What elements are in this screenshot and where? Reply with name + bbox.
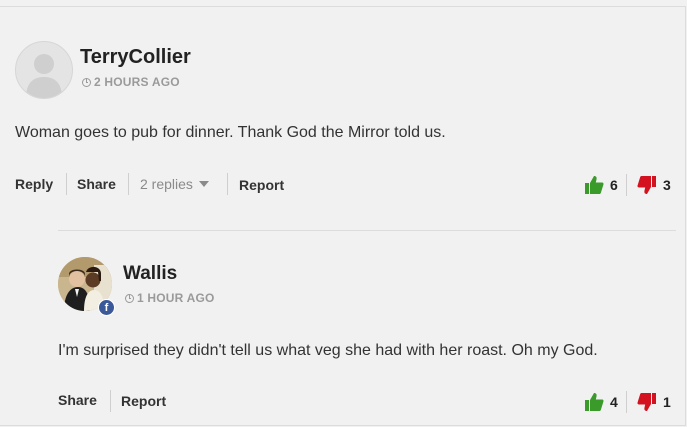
action-divider xyxy=(110,390,111,412)
downvote-count: 1 xyxy=(663,394,671,410)
reply-timestamp: 1 HOUR AGO xyxy=(125,291,215,305)
action-divider xyxy=(66,173,67,195)
reply-body: I'm surprised they didn't tell us what v… xyxy=(58,342,598,359)
thumbs-down-icon xyxy=(637,393,656,411)
comment-timestamp: 2 HOURS AGO xyxy=(82,75,180,89)
upvote-count: 4 xyxy=(610,394,618,410)
upvote-button[interactable]: 6 xyxy=(584,175,618,195)
thumbs-up-icon xyxy=(585,393,604,411)
report-button[interactable]: Report xyxy=(239,177,284,193)
facebook-icon: f xyxy=(98,299,115,316)
reply-button[interactable]: Reply xyxy=(15,176,53,192)
caret-down-icon xyxy=(198,181,209,187)
replies-toggle[interactable]: 2 replies xyxy=(140,176,209,192)
report-button[interactable]: Report xyxy=(121,393,166,409)
default-avatar[interactable] xyxy=(15,41,73,99)
action-divider xyxy=(128,173,129,195)
action-divider xyxy=(227,173,228,195)
clock-icon xyxy=(125,293,134,303)
vote-divider xyxy=(626,391,627,413)
replies-count: 2 replies xyxy=(140,176,193,192)
reply-author[interactable]: Wallis xyxy=(123,263,177,285)
thumbs-down-icon xyxy=(637,176,656,194)
upvote-button[interactable]: 4 xyxy=(584,392,618,412)
share-button[interactable]: Share xyxy=(58,392,97,408)
user-silhouette-icon xyxy=(26,54,62,98)
vote-divider xyxy=(626,174,627,196)
comments-panel xyxy=(0,6,686,426)
reply-time-text: 1 HOUR AGO xyxy=(137,291,215,305)
downvote-button[interactable]: 3 xyxy=(637,175,671,195)
thumbs-up-icon xyxy=(585,176,604,194)
upvote-count: 6 xyxy=(610,177,618,193)
comment-author[interactable]: TerryCollier xyxy=(80,46,191,69)
downvote-button[interactable]: 1 xyxy=(637,392,671,412)
reply-divider xyxy=(58,230,676,231)
comment-body: Woman goes to pub for dinner. Thank God … xyxy=(15,124,446,141)
downvote-count: 3 xyxy=(663,177,671,193)
share-button[interactable]: Share xyxy=(77,176,116,192)
clock-icon xyxy=(82,77,91,87)
comment-time-text: 2 HOURS AGO xyxy=(94,75,180,89)
